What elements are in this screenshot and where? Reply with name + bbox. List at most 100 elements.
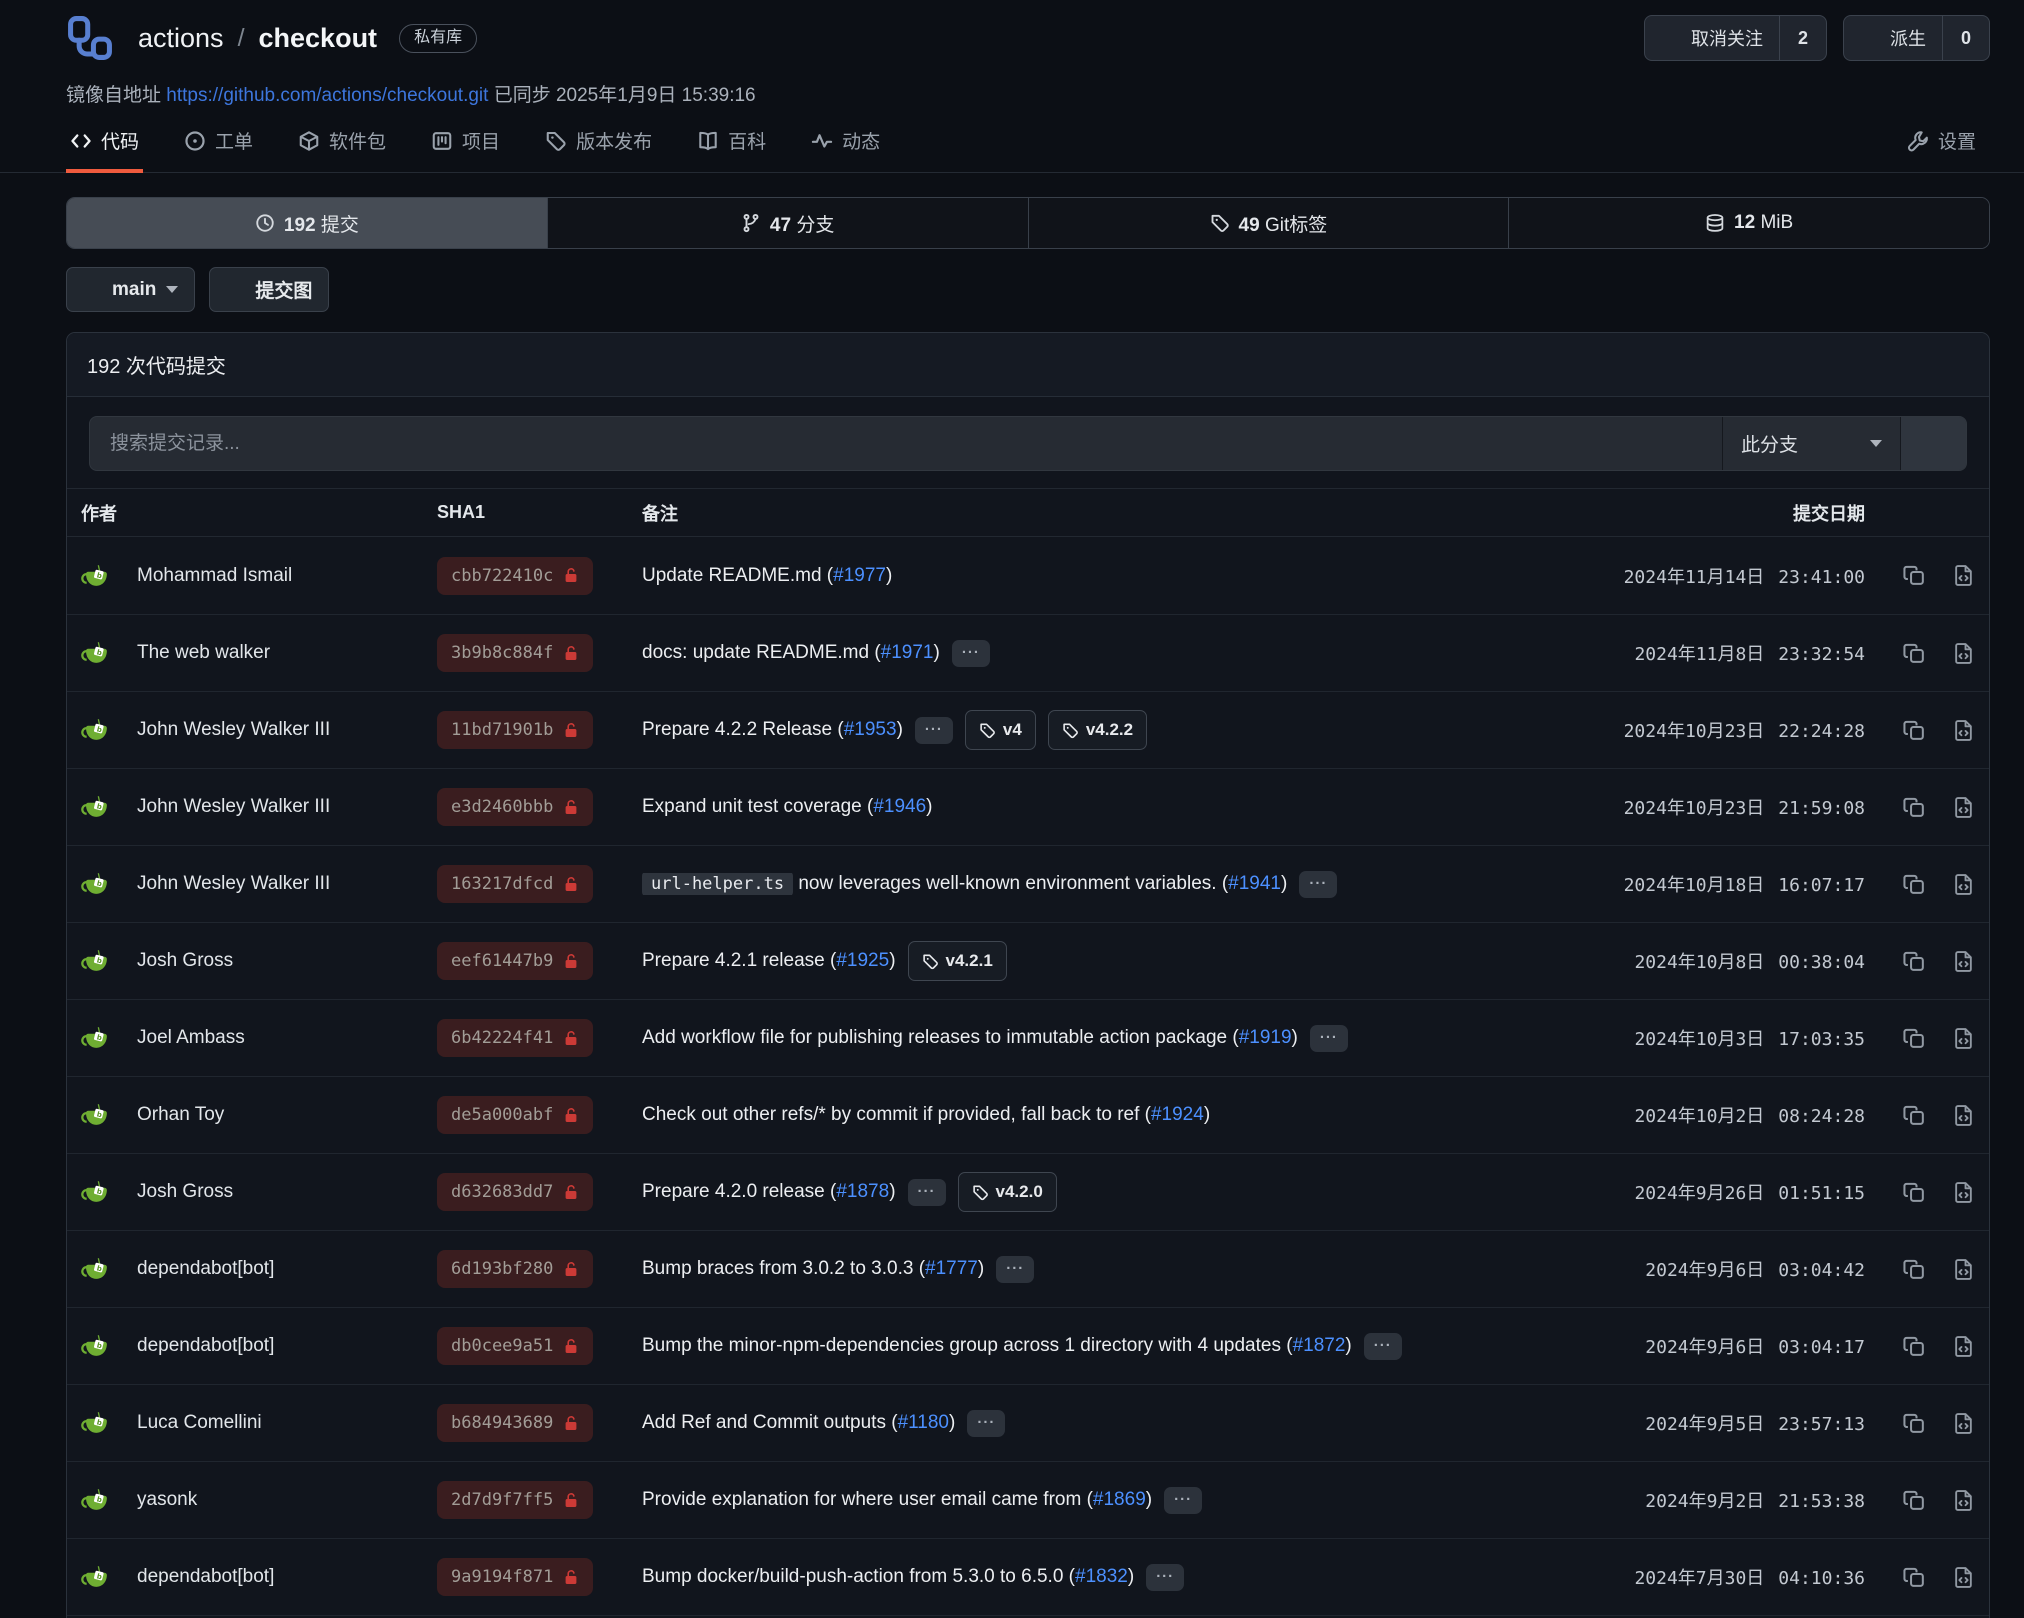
author-avatar-teacup-icon: b — [81, 1485, 111, 1515]
view-file-at-commit-button[interactable] — [1952, 1566, 1975, 1589]
commit-sha-badge[interactable]: cbb722410c — [437, 557, 593, 595]
tab-projects[interactable]: 项目 — [427, 127, 504, 173]
commit-sha-badge[interactable]: 2d7d9f7ff5 — [437, 1481, 593, 1519]
commit-sha-badge[interactable]: db0cee9a51 — [437, 1327, 593, 1365]
view-file-at-commit-button[interactable] — [1952, 1104, 1975, 1127]
copy-sha-button[interactable] — [1903, 1181, 1926, 1204]
view-file-at-commit-button[interactable] — [1952, 1258, 1975, 1281]
expand-commit-message-button[interactable]: ··· — [1299, 871, 1337, 898]
expand-commit-message-button[interactable]: ··· — [1310, 1025, 1348, 1052]
commit-sha-badge[interactable]: eef61447b9 — [437, 942, 593, 980]
stat-size[interactable]: 12 MiB — [1508, 198, 1989, 248]
copy-sha-button[interactable] — [1903, 719, 1926, 742]
watch-count[interactable]: 2 — [1779, 16, 1826, 60]
fork-count[interactable]: 0 — [1942, 16, 1989, 60]
copy-sha-button[interactable] — [1903, 1104, 1926, 1127]
tab-code[interactable]: 代码 — [66, 127, 143, 173]
author-avatar-teacup-icon: b — [81, 1408, 111, 1438]
tab-packages[interactable]: 软件包 — [294, 127, 390, 173]
commit-sha-badge[interactable]: e3d2460bbb — [437, 788, 593, 826]
commit-sha-badge[interactable]: 163217dfcd — [437, 865, 593, 903]
release-tag-button[interactable]: v4 — [965, 710, 1036, 750]
expand-commit-message-button[interactable]: ··· — [1146, 1564, 1184, 1591]
issue-link[interactable]: #1919 — [1239, 1027, 1292, 1048]
expand-commit-message-button[interactable]: ··· — [1364, 1333, 1402, 1360]
commit-sha-badge[interactable]: 11bd71901b — [437, 711, 593, 749]
branch-scope-dropdown[interactable]: 此分支 — [1722, 417, 1900, 470]
branch-selector[interactable]: main — [66, 267, 195, 312]
commit-sha-badge[interactable]: 3b9b8c884f — [437, 634, 593, 672]
view-file-at-commit-button[interactable] — [1952, 1412, 1975, 1435]
view-file-at-commit-button[interactable] — [1952, 796, 1975, 819]
view-file-at-commit-button[interactable] — [1952, 950, 1975, 973]
tab-activity[interactable]: 动态 — [807, 127, 884, 173]
issue-link[interactable]: #1924 — [1151, 1104, 1204, 1125]
stat-commits[interactable]: 192 提交 — [67, 198, 547, 248]
copy-sha-button[interactable] — [1903, 796, 1926, 819]
unlock-icon — [563, 722, 579, 739]
tab-releases[interactable]: 版本发布 — [541, 127, 656, 173]
search-button[interactable] — [1900, 417, 1966, 470]
view-file-at-commit-button[interactable] — [1952, 642, 1975, 665]
stat-tags[interactable]: 49 Git标签 — [1028, 198, 1509, 248]
view-file-at-commit-button[interactable] — [1952, 1335, 1975, 1358]
tab-issues[interactable]: 工单 — [180, 127, 257, 173]
expand-commit-message-button[interactable]: ··· — [952, 640, 990, 667]
commit-sha-badge[interactable]: d632683dd7 — [437, 1173, 593, 1211]
release-tag-button[interactable]: v4.2.2 — [1048, 710, 1147, 750]
issue-link[interactable]: #1180 — [898, 1412, 949, 1433]
copy-sha-button[interactable] — [1903, 950, 1926, 973]
view-file-at-commit-button[interactable] — [1952, 1027, 1975, 1050]
issue-link[interactable]: #1872 — [1293, 1335, 1346, 1356]
copy-sha-button[interactable] — [1903, 1489, 1926, 1512]
unwatch-button[interactable]: 取消关注 2 — [1644, 15, 1827, 61]
copy-sha-button[interactable] — [1903, 564, 1926, 587]
issue-link[interactable]: #1878 — [836, 1181, 889, 1202]
commit-sha-badge[interactable]: 6d193bf280 — [437, 1250, 593, 1288]
stat-branches[interactable]: 47 分支 — [547, 198, 1028, 248]
commit-sha-badge[interactable]: b684943689 — [437, 1404, 593, 1442]
copy-sha-button[interactable] — [1903, 1027, 1926, 1050]
view-file-at-commit-button[interactable] — [1952, 873, 1975, 896]
commit-sha-badge[interactable]: 6b42224f41 — [437, 1019, 593, 1057]
view-file-at-commit-button[interactable] — [1952, 719, 1975, 742]
mirror-prefix: 镜像自地址 — [66, 85, 161, 106]
release-tag-button[interactable]: v4.2.1 — [908, 941, 1007, 981]
commit-author: dependabot[bot] — [137, 1566, 274, 1588]
expand-commit-message-button[interactable]: ··· — [967, 1410, 1005, 1437]
issue-link[interactable]: #1946 — [873, 796, 926, 817]
tab-settings[interactable]: 设置 — [1903, 127, 1980, 173]
view-file-at-commit-button[interactable] — [1952, 1181, 1975, 1204]
copy-sha-button[interactable] — [1903, 642, 1926, 665]
copy-sha-button[interactable] — [1903, 1335, 1926, 1358]
expand-commit-message-button[interactable]: ··· — [915, 717, 953, 744]
copy-sha-button[interactable] — [1903, 873, 1926, 896]
issue-link[interactable]: #1941 — [1228, 873, 1281, 894]
issue-link[interactable]: #1777 — [925, 1258, 978, 1279]
copy-sha-button[interactable] — [1903, 1412, 1926, 1435]
copy-sha-button[interactable] — [1903, 1566, 1926, 1589]
commit-sha-badge[interactable]: de5a000abf — [437, 1096, 593, 1134]
view-file-at-commit-button[interactable] — [1952, 1489, 1975, 1512]
issue-link[interactable]: #1953 — [844, 719, 897, 740]
issue-link[interactable]: #1977 — [833, 565, 886, 586]
expand-commit-message-button[interactable]: ··· — [1164, 1487, 1202, 1514]
copy-sha-button[interactable] — [1903, 1258, 1926, 1281]
issue-link[interactable]: #1832 — [1075, 1566, 1128, 1587]
expand-commit-message-button[interactable]: ··· — [908, 1179, 946, 1206]
tab-wiki[interactable]: 百科 — [693, 127, 770, 173]
expand-commit-message-button[interactable]: ··· — [996, 1256, 1034, 1283]
commit-search-input[interactable] — [90, 417, 1722, 470]
repo-owner-link[interactable]: actions — [138, 23, 224, 54]
mirror-url-link[interactable]: https://github.com/actions/checkout.git — [166, 85, 488, 106]
issue-link[interactable]: #1869 — [1093, 1489, 1146, 1510]
issue-link[interactable]: #1971 — [881, 642, 934, 663]
fork-button[interactable]: 派生 0 — [1843, 15, 1990, 61]
issue-link[interactable]: #1925 — [836, 950, 889, 971]
view-file-at-commit-button[interactable] — [1952, 564, 1975, 587]
release-tag-button[interactable]: v4.2.0 — [958, 1172, 1057, 1212]
site-logo[interactable] — [66, 14, 114, 62]
repo-name-link[interactable]: checkout — [259, 23, 378, 54]
commit-sha-badge[interactable]: 9a9194f871 — [437, 1558, 593, 1596]
commit-graph-button[interactable]: 提交图 — [209, 267, 329, 312]
